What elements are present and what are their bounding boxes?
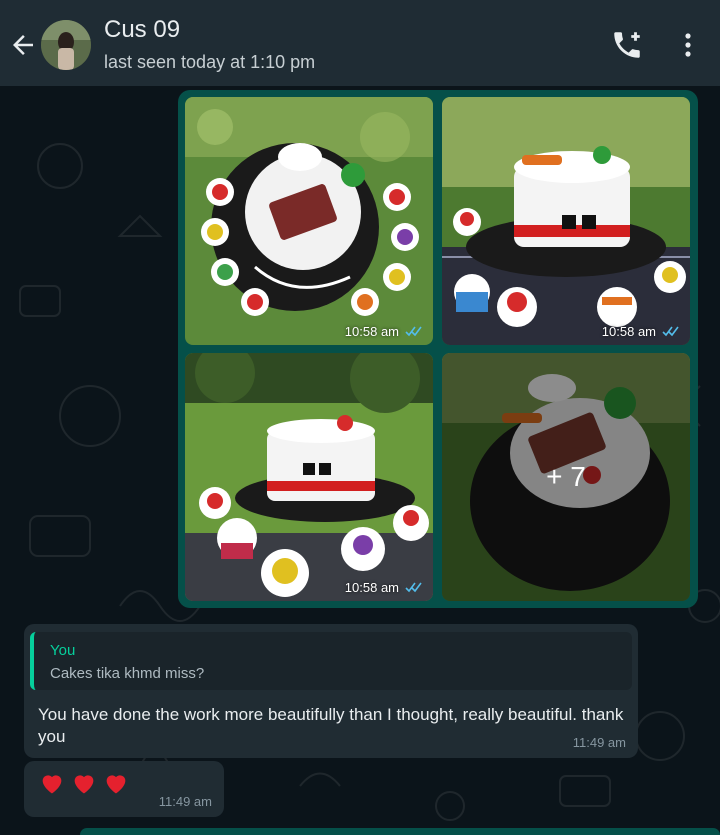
photo-thumbnail[interactable]: 10:58 am bbox=[185, 353, 433, 601]
more-photos-overlay[interactable]: + 7 bbox=[442, 353, 690, 601]
more-vert-icon[interactable] bbox=[678, 30, 698, 60]
message-timestamp: 11:49 am bbox=[572, 735, 626, 750]
double-tick-icon bbox=[405, 582, 422, 593]
heart-icon bbox=[74, 775, 94, 794]
double-tick-icon bbox=[662, 326, 679, 337]
quoted-author: You bbox=[50, 642, 76, 659]
message-text: You have done the work more beautifully … bbox=[38, 705, 624, 746]
double-tick-icon bbox=[405, 326, 422, 337]
quoted-message[interactable]: You Cakes tika khmd miss? bbox=[30, 632, 632, 690]
last-seen-status: last seen today at 1:10 pm bbox=[104, 52, 316, 72]
heart-icon bbox=[106, 775, 126, 794]
photo-thumbnail[interactable]: 10:58 am bbox=[442, 97, 690, 345]
photo-timestamp: 10:58 am bbox=[602, 324, 680, 339]
next-outgoing-bubble-edge bbox=[80, 828, 720, 835]
heart-emoji-row bbox=[38, 769, 130, 797]
contact-avatar[interactable] bbox=[41, 20, 91, 70]
heart-icon bbox=[42, 775, 62, 794]
contact-name[interactable]: Cus 09 bbox=[104, 16, 180, 44]
incoming-message-bubble[interactable]: You Cakes tika khmd miss? You have done … bbox=[24, 624, 638, 758]
photo-thumbnail[interactable]: 10:58 am bbox=[185, 97, 433, 345]
quoted-text: Cakes tika khmd miss? bbox=[50, 665, 205, 682]
photo-timestamp: 10:58 am bbox=[345, 324, 423, 339]
photo-timestamp: 10:58 am bbox=[345, 580, 423, 595]
chat-header: Cus 09 last seen today at 1:10 pm bbox=[0, 0, 720, 86]
more-photos-count: + 7 bbox=[546, 461, 586, 492]
add-call-icon[interactable] bbox=[610, 28, 644, 62]
incoming-emoji-bubble[interactable]: 11:49 am bbox=[24, 761, 224, 817]
message-timestamp: 11:49 am bbox=[158, 794, 212, 809]
media-album-bubble: 10:58 am 10:58 am 10:58 am + 7 bbox=[178, 90, 698, 608]
more-photos-thumbnail[interactable]: + 7 bbox=[442, 353, 690, 601]
back-arrow-icon[interactable] bbox=[8, 30, 38, 60]
